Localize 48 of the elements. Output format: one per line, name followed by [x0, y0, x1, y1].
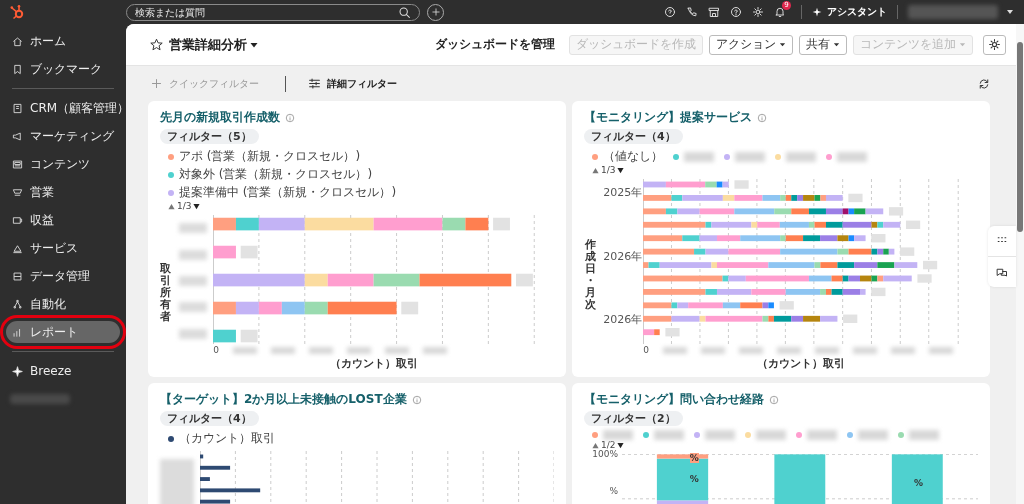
data-label: %: [689, 453, 699, 463]
legend-label: 対象外 (営業（新規・クロスセル）): [179, 166, 373, 183]
toolbar-button[interactable]: 共有: [799, 34, 847, 55]
sidebar-item[interactable]: ホーム: [6, 30, 120, 52]
toolbar-button[interactable]: アクション: [709, 34, 793, 55]
axis-title: 作成日・月次: [584, 238, 598, 312]
search-input[interactable]: 検索または質問: [135, 6, 398, 18]
sidebar-item[interactable]: ブックマーク: [6, 58, 120, 80]
axis-title: （カウント）取引: [755, 356, 846, 371]
data-label: %: [913, 478, 923, 488]
axis-tick-label: 2025年: [603, 185, 644, 200]
axis-tick-label: 2026年: [603, 312, 644, 327]
filter-badge[interactable]: フィルター（4）: [160, 411, 259, 426]
sidebar-item[interactable]: 収益: [6, 209, 120, 231]
sidebar-item[interactable]: 自動化: [6, 293, 120, 315]
data-label: %: [689, 474, 699, 484]
axis-title: （カウント）取引: [328, 356, 419, 371]
page-indicator: 1/3: [601, 165, 616, 175]
page-indicator: 1/2: [601, 440, 616, 450]
filter-badge[interactable]: フィルター（5）: [160, 129, 259, 144]
sidebar-item[interactable]: 営業: [6, 181, 120, 203]
legend-label: 提案準備中 (営業（新規・クロスセル）): [179, 184, 397, 201]
sidebar-item[interactable]: CRM（顧客管理）: [6, 97, 120, 119]
dashboard-title[interactable]: 営業詳細分析: [169, 35, 258, 54]
sidebar-item[interactable]: サービス: [6, 237, 120, 259]
legend-label: （値なし）: [603, 148, 663, 165]
sidebar-item[interactable]: Breeze: [6, 360, 120, 382]
legend-label: アポ (営業（新規・クロスセル）): [179, 148, 361, 165]
axis-tick-label: 2026年: [603, 248, 644, 264]
report-title[interactable]: 先月の新規取引作成数: [160, 109, 280, 126]
legend-label: （カウント）取引: [179, 430, 275, 447]
report-title[interactable]: 【ターゲット】2か月以上未接触のLOST企業: [160, 391, 407, 408]
page-indicator: 1/3: [177, 201, 192, 211]
sidebar-item[interactable]: データ管理: [6, 265, 120, 287]
axis-tick-label: 0: [213, 345, 219, 355]
axis-tick-label: 100%: [592, 449, 618, 460]
axis-title: 取引所有者: [160, 262, 172, 324]
axis-tick-label: 0: [643, 345, 649, 355]
filter-badge[interactable]: フィルター（2）: [584, 411, 683, 426]
sidebar-item[interactable]: コンテンツ: [6, 153, 120, 175]
sidebar-item[interactable]: マーケティング: [6, 125, 120, 147]
advanced-filter-button[interactable]: 詳細フィルター: [308, 76, 397, 91]
report-title[interactable]: 【モニタリング】問い合わせ経路: [584, 391, 764, 408]
axis-tick-label: %: [609, 486, 618, 497]
report-title[interactable]: 【モニタリング】提案サービス: [584, 109, 752, 126]
manage-dashboard-link[interactable]: ダッシュボードを管理: [435, 36, 555, 53]
assistant-button[interactable]: アシスタント: [812, 5, 887, 19]
filter-badge[interactable]: フィルター（4）: [584, 129, 683, 144]
